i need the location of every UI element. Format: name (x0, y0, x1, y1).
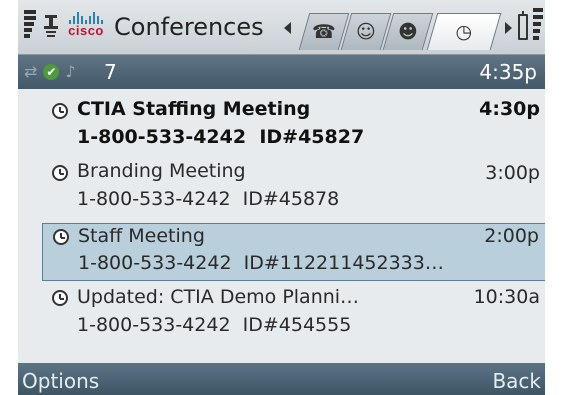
list-item[interactable]: Branding Meeting 3:00p 1-800-533-4242 ID… (42, 160, 545, 216)
clock-time: 4:35p (479, 60, 537, 84)
clock-icon (53, 229, 69, 245)
conference-title: Branding Meeting (77, 160, 246, 182)
conference-title: Updated: CTIA Demo Planni… (77, 286, 360, 308)
conference-dial-in: 1-800-533-4242 ID#454555 (77, 314, 351, 336)
conference-title: Staff Meeting (78, 225, 205, 247)
back-softkey[interactable]: Back (492, 370, 541, 392)
title-bar: cisco Conferences ☎ ☺ ☻ ◷ (18, 0, 545, 55)
music-note-icon: ♪ (65, 62, 76, 81)
options-softkey[interactable]: Options (22, 370, 99, 392)
cisco-wordmark: cisco (68, 23, 104, 38)
tab-schedule[interactable]: ◷ (426, 13, 502, 50)
clock-icon (52, 165, 68, 181)
conference-dial-in: 1-800-533-4242 ID#45878 (77, 188, 339, 210)
conference-id: ID#454555 (242, 314, 352, 336)
list-item-selected[interactable]: Staff Meeting 2:00p 1-800-533-4242 ID#11… (42, 223, 545, 281)
conference-id: ID#45878 (242, 188, 340, 210)
cisco-logo: cisco (66, 12, 106, 42)
app-icon (42, 14, 60, 40)
tab-scroll-left-icon[interactable] (284, 22, 291, 34)
clock-icon: ◷ (455, 21, 473, 43)
available-check-icon: ✔ (43, 64, 60, 80)
conference-id: ID#112211452333… (243, 252, 444, 274)
status-bar: ⇄ ✔ ♪ 7 4:35p (18, 55, 545, 89)
conference-time: 3:00p (485, 162, 540, 184)
clock-icon (52, 290, 68, 306)
conference-time: 10:30a (473, 286, 540, 308)
phone-screen: cisco Conferences ☎ ☺ ☻ ◷ ⇄ ✔ ♪ 7 4:35p (18, 0, 545, 395)
notification-count: 7 (104, 60, 117, 84)
conference-title: CTIA Staffing Meeting (77, 98, 311, 120)
participants-icon: ☻ (397, 21, 418, 43)
softkey-bar: Options Back (18, 363, 545, 395)
phone-book-icon: ☎ (312, 21, 336, 43)
conference-id: ID#45827 (259, 126, 365, 148)
conference-time: 2:00p (484, 225, 539, 247)
list-item[interactable]: CTIA Staffing Meeting 4:30p 1-800-533-42… (42, 98, 545, 156)
conference-phone: 1-800-533-4242 (77, 126, 247, 148)
battery-icon (518, 11, 528, 40)
signal-bars-icon (533, 8, 545, 44)
conference-phone: 1-800-533-4242 (78, 252, 232, 274)
conference-phone: 1-800-533-4242 (77, 314, 231, 336)
clock-icon (52, 103, 68, 119)
conference-phone: 1-800-533-4242 (77, 188, 231, 210)
conference-dial-in: 1-800-533-4242 ID#112211452333… (78, 252, 444, 274)
transfer-icon: ⇄ (24, 62, 38, 81)
tab-scroll-right-icon[interactable] (505, 22, 512, 34)
conference-time: 4:30p (479, 98, 540, 120)
conference-dial-in: 1-800-533-4242 ID#45827 (77, 126, 364, 148)
meeting-icon: ☺ (355, 21, 376, 43)
signal-strength-icon (24, 10, 40, 44)
page-title: Conferences (114, 13, 264, 41)
tab-participants[interactable]: ☻ (382, 13, 434, 50)
list-item[interactable]: Updated: CTIA Demo Planni… 10:30a 1-800-… (42, 285, 545, 343)
conference-list: CTIA Staffing Meeting 4:30p 1-800-533-42… (18, 90, 545, 360)
